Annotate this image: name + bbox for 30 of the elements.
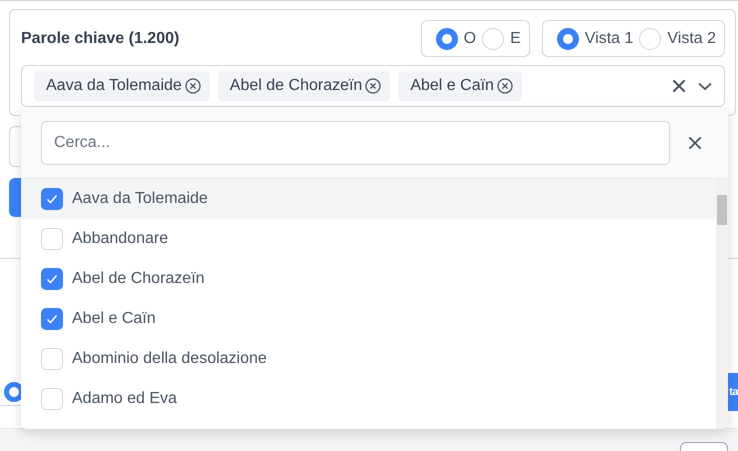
option-label: Abominio della desolazione — [72, 350, 267, 368]
option-label: Abel de Chorazeïn — [72, 270, 205, 288]
remove-tag-icon[interactable] — [496, 77, 514, 95]
close-icon[interactable] — [686, 134, 704, 152]
option-item[interactable]: Aava da Tolemaide — [21, 179, 716, 219]
checkbox[interactable] — [41, 228, 63, 250]
keyword-select[interactable]: Aava da Tolemaide Abel de Chorazeïn Abel e Caïn — [21, 65, 725, 107]
tag-label: Abel de Chorazeïn — [230, 77, 362, 95]
checkbox[interactable] — [41, 308, 63, 330]
checkbox[interactable] — [41, 348, 63, 370]
remove-tag-icon[interactable] — [184, 77, 202, 95]
check-icon — [45, 272, 59, 286]
option-label: Aava da Tolemaide — [72, 190, 208, 208]
check-icon — [45, 192, 59, 206]
checkbox[interactable] — [41, 188, 63, 210]
option-label: Abbandonare — [72, 230, 168, 248]
scrollbar[interactable] — [716, 179, 728, 429]
tag-label: Abel e Caïn — [410, 77, 494, 95]
radio-option[interactable]: Vista 1 — [556, 28, 634, 50]
filter-title: Parole chiave (1.200) — [21, 30, 180, 48]
option-label: Abel e Caïn — [72, 310, 156, 328]
checkbox[interactable] — [41, 388, 63, 410]
radio-option[interactable]: Vista 2 — [639, 28, 716, 50]
check-icon — [45, 312, 59, 326]
search-field[interactable]: Cerca... — [41, 121, 670, 165]
checkbox[interactable] — [41, 268, 63, 290]
option-label: Adamo ed Eva — [72, 390, 177, 408]
clear-icon[interactable] — [670, 77, 688, 95]
remove-tag-icon[interactable] — [364, 77, 382, 95]
tag-label: Aava da Tolemaide — [46, 77, 182, 95]
